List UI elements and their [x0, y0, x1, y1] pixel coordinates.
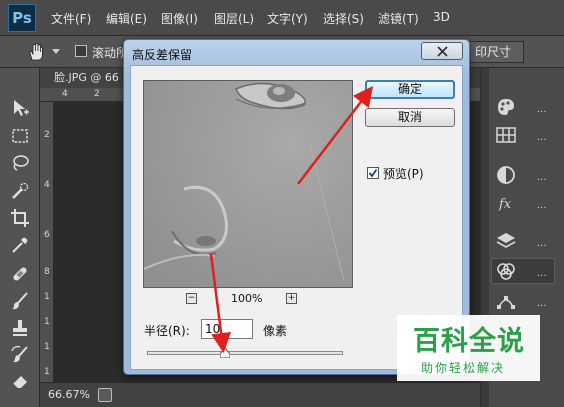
panel-label: ... [537, 298, 547, 309]
watermark-subtitle: 助你轻松解决 [421, 361, 506, 375]
styles-panel-icon[interactable]: fx [495, 192, 517, 214]
menu-bar: Ps 文件(F) 编辑(E) 图像(I) 图层(L) 文字(Y) 选择(S) 滤… [0, 0, 564, 36]
lasso-tool-icon[interactable] [10, 153, 30, 173]
panel-label: ... [537, 172, 547, 183]
menu-select[interactable]: 选择(S) [323, 10, 364, 27]
zoom-level: 66.67% [48, 388, 90, 401]
panel-label: ... [537, 200, 547, 211]
radius-slider-track[interactable] [147, 351, 343, 355]
crop-tool-icon[interactable] [10, 208, 30, 228]
status-bar: 66.67% [40, 382, 480, 407]
ruler-label: 2 [44, 130, 50, 140]
menu-layer[interactable]: 图层(L) [214, 10, 254, 27]
ruler-label: 1 [44, 317, 50, 327]
tool-preset-caret-icon[interactable] [52, 49, 60, 54]
channels-panel-icon[interactable] [495, 260, 517, 282]
preview-zoom-percent: 100% [231, 292, 263, 305]
swatches-panel-icon[interactable] [495, 124, 517, 146]
layers-panel-icon[interactable] [495, 230, 517, 252]
baike-watermark: 百科全说 助你轻松解决 [397, 315, 540, 381]
panel-label: ... [537, 238, 547, 249]
print-size-button[interactable]: 印尺寸 [466, 41, 524, 63]
hand-tool-icon[interactable] [26, 42, 46, 62]
ok-button[interactable]: 确定 [365, 80, 455, 99]
preview-checkbox[interactable] [367, 167, 379, 179]
clone-stamp-tool-icon[interactable] [10, 318, 30, 338]
radius-unit: 像素 [263, 324, 288, 338]
svg-text:fx: fx [498, 197, 512, 212]
ruler-label: 1 [44, 367, 50, 377]
radius-label: 半径(R): [144, 324, 190, 338]
move-tool-icon[interactable] [10, 98, 30, 118]
preview-label[interactable]: 预览(P) [383, 165, 424, 182]
adjustments-panel-icon[interactable] [495, 164, 517, 186]
ruler-label: 6 [44, 230, 50, 240]
history-brush-tool-icon[interactable] [10, 345, 30, 365]
panel-label: ... [537, 104, 547, 115]
dialog-title: 高反差保留 [132, 48, 193, 62]
panel-label: ... [537, 268, 547, 279]
ruler-label: 1 [44, 342, 50, 352]
ruler-label: 2 [94, 89, 100, 99]
ruler-label: 1 [44, 292, 50, 302]
ruler-label: 4 [62, 89, 68, 99]
paths-panel-icon[interactable] [495, 290, 517, 312]
tools-panel [0, 68, 40, 407]
radius-slider-thumb[interactable] [220, 348, 230, 358]
scroll-all-checkbox[interactable] [75, 45, 87, 57]
radius-input[interactable] [201, 319, 253, 339]
menu-file[interactable]: 文件(F) [51, 10, 91, 27]
quick-selection-tool-icon[interactable] [10, 181, 30, 201]
color-panel-icon[interactable] [495, 96, 517, 118]
marquee-tool-icon[interactable] [10, 126, 30, 146]
ruler-label: 8 [44, 267, 50, 277]
panel-label: ... [537, 132, 547, 143]
checkmark-icon [368, 168, 378, 178]
photoshop-logo-icon: Ps [8, 4, 36, 32]
menu-type[interactable]: 文字(Y) [267, 10, 308, 27]
healing-brush-tool-icon[interactable] [10, 264, 30, 284]
brush-tool-icon[interactable] [10, 291, 30, 311]
menu-edit[interactable]: 编辑(E) [106, 10, 147, 27]
menu-image[interactable]: 图像(I) [161, 10, 198, 27]
vertical-ruler: 2 4 6 8 1 1 1 1 [40, 102, 54, 382]
filter-preview[interactable] [143, 80, 353, 288]
menu-3d[interactable]: 3D [433, 10, 450, 24]
close-button[interactable] [421, 42, 463, 60]
cancel-button[interactable]: 取消 [365, 108, 455, 127]
ruler-label: 4 [44, 180, 50, 190]
zoom-in-button[interactable]: + [286, 293, 297, 304]
document-info-icon[interactable] [98, 388, 112, 402]
watermark-title: 百科全说 [413, 326, 525, 357]
zoom-out-button[interactable]: − [186, 293, 197, 304]
eyedropper-tool-icon[interactable] [10, 235, 30, 255]
eraser-tool-icon[interactable] [10, 371, 30, 391]
menu-filter[interactable]: 滤镜(T) [378, 10, 419, 27]
close-icon [437, 46, 448, 57]
